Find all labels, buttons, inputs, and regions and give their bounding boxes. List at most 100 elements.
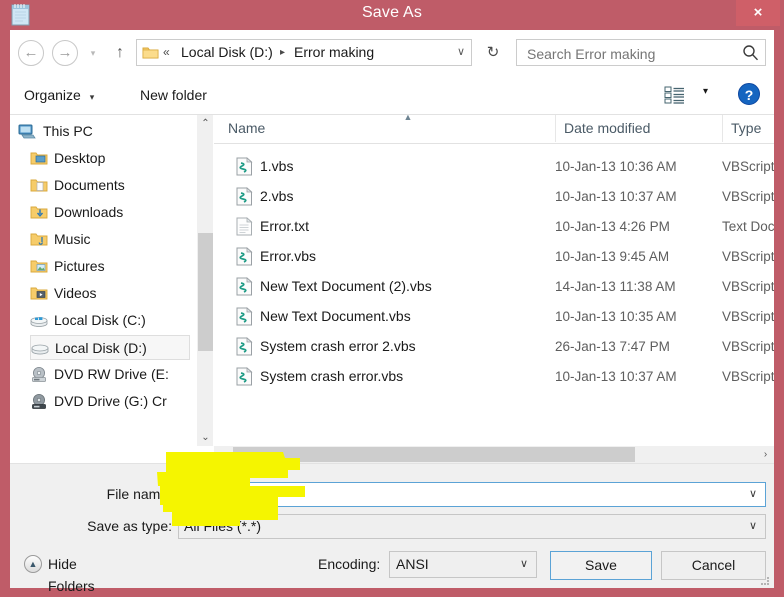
column-headers: Name ▲ Date modified Type xyxy=(214,115,774,144)
back-button[interactable]: ← xyxy=(18,40,44,66)
organize-button[interactable]: Organize ▾ xyxy=(24,84,94,106)
table-row[interactable]: 1.vbs 10-Jan-13 10:36 AM VBScript S xyxy=(214,154,774,179)
file-date: 10-Jan-13 9:45 AM xyxy=(555,249,670,264)
encoding-label: Encoding: xyxy=(318,556,381,572)
breadcrumb-separator-icon[interactable]: ▸ xyxy=(280,40,285,65)
back-arrow-icon: ← xyxy=(23,44,39,61)
text-file-icon xyxy=(236,217,253,236)
file-type: VBScript S xyxy=(722,309,774,324)
column-header-type[interactable]: Type xyxy=(722,115,774,142)
help-button[interactable]: ? xyxy=(738,83,760,105)
sidebar-item-dvd-drive-g[interactable]: DVD Drive (G:) Cr xyxy=(30,389,190,414)
chevron-down-icon[interactable]: ∨ xyxy=(749,483,757,506)
column-header-date-modified[interactable]: Date modified xyxy=(555,115,719,142)
organize-label: Organize xyxy=(24,87,81,103)
close-button[interactable]: × xyxy=(736,0,780,26)
table-row[interactable]: New Text Document.vbs 10-Jan-13 10:35 AM… xyxy=(214,304,774,329)
up-arrow-icon: ↑ xyxy=(116,44,124,61)
sidebar-item-label: Desktop xyxy=(54,150,106,166)
sidebar-item-label: DVD RW Drive (E: xyxy=(54,366,169,382)
save-as-type-label: Save as type: xyxy=(87,518,172,534)
file-type: VBScript S xyxy=(722,189,774,204)
dvd-drive-icon xyxy=(30,366,48,383)
table-row[interactable]: 2.vbs 10-Jan-13 10:37 AM VBScript S xyxy=(214,184,774,209)
help-label: ? xyxy=(744,87,754,103)
search-box[interactable] xyxy=(516,39,766,67)
file-date: 10-Jan-13 10:37 AM xyxy=(555,369,677,384)
table-row[interactable]: New Text Document (2).vbs 14-Jan-13 11:3… xyxy=(214,274,774,299)
search-icon xyxy=(742,44,759,61)
sidebar-item-label: Local Disk (D:) xyxy=(55,340,147,356)
table-row[interactable]: System crash error.vbs 10-Jan-13 10:37 A… xyxy=(214,364,774,389)
refresh-button[interactable]: ↻ xyxy=(480,39,506,66)
save-as-type-value: All Files (*.*) xyxy=(184,518,262,534)
sidebar-item-videos[interactable]: Videos xyxy=(30,281,190,306)
breadcrumb-local-disk-d[interactable]: Local Disk (D:) xyxy=(181,40,273,65)
sidebar-item-music[interactable]: Music xyxy=(30,227,190,252)
cancel-button[interactable]: Cancel xyxy=(661,551,766,580)
save-button[interactable]: Save xyxy=(550,551,652,580)
sidebar-item-this-pc[interactable]: This PC xyxy=(18,119,190,144)
sidebar-item-label: Videos xyxy=(54,285,97,301)
file-name-label: File name: xyxy=(106,486,172,502)
sidebar-item-desktop[interactable]: Desktop xyxy=(30,146,190,171)
scroll-left-icon[interactable]: ‹ xyxy=(214,446,231,463)
dvd-drive-icon xyxy=(30,393,48,410)
file-list-horizontal-scrollbar[interactable]: ‹ › xyxy=(214,446,774,463)
file-name: New Text Document (2).vbs xyxy=(260,278,432,294)
encoding-select[interactable]: ANSI ∨ xyxy=(389,551,537,578)
sidebar-item-downloads[interactable]: Downloads xyxy=(30,200,190,225)
table-row[interactable]: Error.vbs 10-Jan-13 9:45 AM VBScript S xyxy=(214,244,774,269)
file-date: 10-Jan-13 10:36 AM xyxy=(555,159,677,174)
scroll-right-icon[interactable]: › xyxy=(757,446,774,463)
column-header-name[interactable]: Name ▲ xyxy=(228,115,548,142)
sidebar-item-label: Music xyxy=(54,231,91,247)
drive-icon xyxy=(31,340,49,357)
sidebar-item-documents[interactable]: Documents xyxy=(30,173,190,198)
chevron-down-icon: ▾ xyxy=(89,92,95,102)
view-options-icon[interactable] xyxy=(664,85,686,105)
command-toolbar: Organize ▾ New folder ▾ ? xyxy=(10,76,774,115)
forward-button[interactable]: → xyxy=(52,40,78,66)
file-name: System crash error.vbs xyxy=(260,368,404,384)
path-overflow-icon[interactable]: « xyxy=(163,40,170,65)
sidebar-item-local-disk-d[interactable]: Local Disk (D:) xyxy=(30,335,190,360)
save-form: File name: Error.vbs ∨ Save as type: All… xyxy=(10,463,774,594)
scrollbar-thumb[interactable] xyxy=(198,233,213,351)
forward-arrow-icon: → xyxy=(57,44,73,61)
pictures-folder-icon xyxy=(30,258,48,275)
chevron-down-icon[interactable]: ∨ xyxy=(520,552,528,577)
up-one-level-button[interactable]: ↑ xyxy=(110,42,130,64)
file-name: Error.vbs xyxy=(260,248,317,264)
table-row[interactable]: Error.txt 10-Jan-13 4:26 PM Text Docu xyxy=(214,214,774,239)
address-dropdown-icon[interactable]: ∨ xyxy=(457,40,465,65)
sidebar-scrollbar[interactable]: ⌃ ⌄ xyxy=(196,115,213,446)
recent-locations-button[interactable]: ▾ xyxy=(86,46,100,60)
sidebar-item-local-disk-c[interactable]: Local Disk (C:) xyxy=(30,308,190,333)
breadcrumb-error-making[interactable]: Error making xyxy=(294,40,374,65)
vbscript-file-icon xyxy=(236,247,253,266)
file-name-input[interactable]: Error.vbs ∨ xyxy=(178,482,766,507)
resize-grip-icon[interactable] xyxy=(759,574,771,586)
chevron-down-icon[interactable]: ∨ xyxy=(749,515,757,538)
file-date: 10-Jan-13 4:26 PM xyxy=(555,219,670,234)
search-input[interactable] xyxy=(525,40,739,67)
file-date: 10-Jan-13 10:37 AM xyxy=(555,189,677,204)
file-type: VBScript S xyxy=(722,369,774,384)
table-row[interactable]: System crash error 2.vbs 26-Jan-13 7:47 … xyxy=(214,334,774,359)
scroll-down-icon[interactable]: ⌄ xyxy=(197,429,214,446)
sidebar-item-dvd-rw-drive-e[interactable]: DVD RW Drive (E: xyxy=(30,362,190,387)
save-as-type-select[interactable]: All Files (*.*) ∨ xyxy=(178,514,766,539)
refresh-icon: ↻ xyxy=(486,44,500,61)
sidebar-item-pictures[interactable]: Pictures xyxy=(30,254,190,279)
file-name: System crash error 2.vbs xyxy=(260,338,416,354)
scrollbar-thumb[interactable] xyxy=(233,447,635,462)
new-folder-button[interactable]: New folder xyxy=(140,84,207,106)
save-as-dialog-window: Save As × ← → ▾ ↑ « Local Disk (D:) ▸ Er… xyxy=(0,0,784,597)
hide-folders-label: Hide Folders xyxy=(48,556,95,594)
window-title: Save As xyxy=(361,4,423,21)
file-name: 2.vbs xyxy=(260,188,294,204)
address-bar[interactable]: « Local Disk (D:) ▸ Error making ∨ xyxy=(136,39,472,66)
scroll-up-icon[interactable]: ⌃ xyxy=(197,115,214,132)
view-options-caret-icon[interactable]: ▾ xyxy=(703,86,708,97)
